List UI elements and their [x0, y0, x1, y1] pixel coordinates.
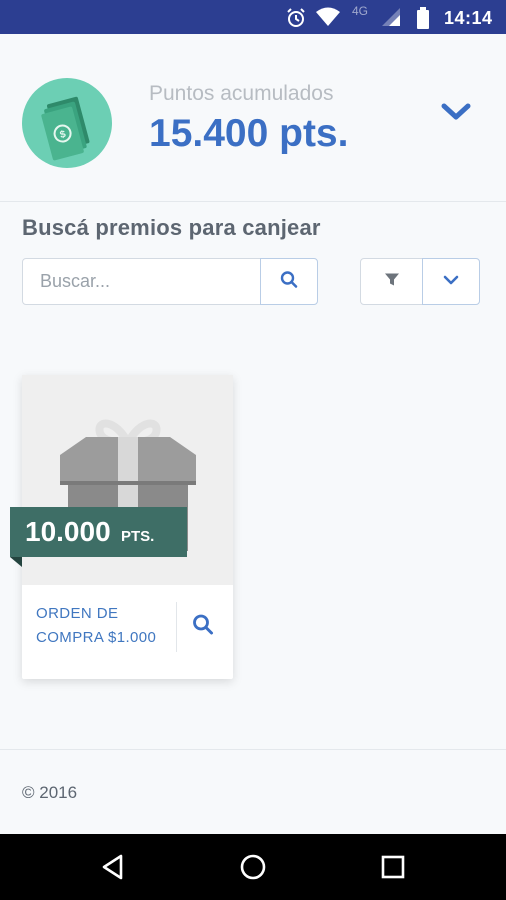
search-box [22, 258, 318, 305]
network-type: 4G [352, 4, 369, 18]
expand-points-button[interactable] [436, 92, 476, 132]
home-button[interactable] [233, 847, 273, 887]
status-time: 14:14 [444, 8, 493, 28]
section-title: Buscá premios para canjear [22, 215, 321, 240]
recents-button[interactable] [373, 847, 413, 887]
price-number: 10.000 [25, 516, 111, 547]
signal-icon [381, 7, 401, 32]
filter-icon [384, 271, 400, 292]
prize-footer: ORDEN DE COMPRA $1.000 [22, 585, 233, 679]
prize-name[interactable]: ORDEN DE COMPRA $1.000 [36, 602, 184, 650]
filter-group [360, 258, 480, 305]
status-bar: 4G 14:14 [0, 0, 506, 34]
recents-icon [373, 855, 413, 891]
price-unit: PTS. [121, 528, 155, 545]
page-footer: © 2016 [0, 749, 506, 833]
points-value: 15.400 pts. [149, 112, 349, 155]
search-button[interactable] [260, 258, 318, 305]
filter-dropdown-button[interactable] [422, 258, 480, 305]
ribbon-fold [10, 557, 22, 567]
prize-view-button[interactable] [185, 609, 221, 645]
home-icon [233, 854, 273, 891]
chevron-down-icon [436, 103, 476, 136]
search-input[interactable] [23, 259, 260, 304]
battery-icon [417, 7, 429, 34]
back-button[interactable] [94, 847, 134, 887]
money-icon: $ [22, 78, 112, 168]
search-icon [192, 614, 214, 641]
points-header: $ Puntos acumulados 15.400 pts. [0, 34, 506, 202]
nav-bar [0, 834, 506, 900]
search-icon [280, 270, 298, 293]
prize-card[interactable]: 10.000 PTS. ORDEN DE COMPRA $1.000 [10, 375, 233, 679]
back-icon [94, 854, 134, 891]
chevron-down-icon [442, 273, 460, 291]
price-ribbon: 10.000 PTS. [10, 507, 187, 557]
points-label: Puntos acumulados [149, 82, 334, 105]
copyright: © 2016 [22, 783, 78, 802]
wifi-icon [315, 7, 341, 32]
filter-button[interactable] [360, 258, 423, 305]
prize-divider [176, 602, 177, 652]
alarm-icon [285, 7, 307, 34]
